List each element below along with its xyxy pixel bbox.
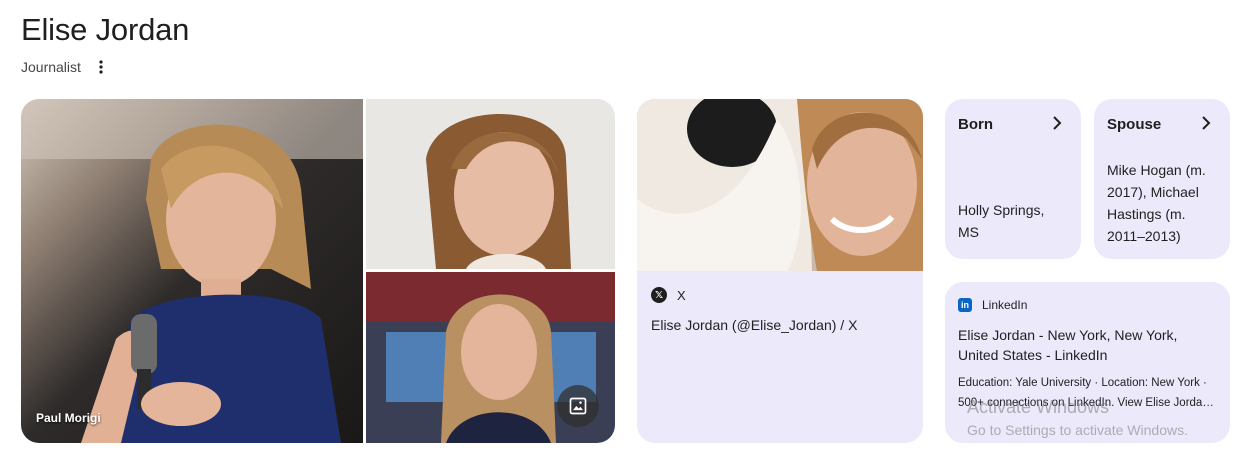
chevron-right-icon xyxy=(1053,116,1062,130)
born-value: Holly Springs, MS xyxy=(958,202,1045,240)
linkedin-source-label: LinkedIn xyxy=(982,298,1028,312)
born-card[interactable]: Born Holly Springs, MS xyxy=(945,99,1081,259)
entity-title: Elise Jordan xyxy=(21,12,190,47)
spouse-card[interactable]: Spouse Mike Hogan (m. 2017), Michael Has… xyxy=(1094,99,1230,259)
portrait-image xyxy=(366,99,615,269)
born-label: Born xyxy=(958,116,993,133)
x-profile-card[interactable]: 𝕏 X Elise Jordan (@Elise_Jordan) / X xyxy=(637,99,923,443)
photo-tv[interactable] xyxy=(366,272,615,443)
spouse-label: Spouse xyxy=(1107,116,1162,133)
linkedin-title: Elise Jordan - New York, New York, Unite… xyxy=(958,327,1178,363)
main-photo[interactable]: Paul Morigi xyxy=(21,99,363,443)
linkedin-snippet: Education: Yale University · Location: N… xyxy=(958,377,1217,409)
more-options-icon[interactable] xyxy=(91,57,111,77)
x-source-row: 𝕏 X xyxy=(651,287,686,303)
view-images-button[interactable] xyxy=(557,385,599,427)
subtitle-row: Journalist xyxy=(21,57,111,77)
photo-portrait[interactable] xyxy=(366,99,615,269)
linkedin-source-row: in LinkedIn xyxy=(958,298,1027,312)
spouse-value: Mike Hogan (m. 2017), Michael Hastings (… xyxy=(1107,162,1206,244)
x-card-title: Elise Jordan (@Elise_Jordan) / X xyxy=(651,317,858,333)
entity-subtitle: Journalist xyxy=(21,59,81,75)
x-logo-icon: 𝕏 xyxy=(651,287,667,303)
linkedin-card[interactable]: in LinkedIn Elise Jordan - New York, New… xyxy=(945,282,1230,443)
x-card-image xyxy=(637,99,923,271)
photo-credit: Paul Morigi xyxy=(36,411,101,425)
linkedin-logo-icon: in xyxy=(958,298,972,312)
x-source-label: X xyxy=(677,287,686,303)
main-photo-image xyxy=(21,99,363,443)
chevron-right-icon xyxy=(1202,116,1211,130)
image-icon xyxy=(569,397,587,415)
